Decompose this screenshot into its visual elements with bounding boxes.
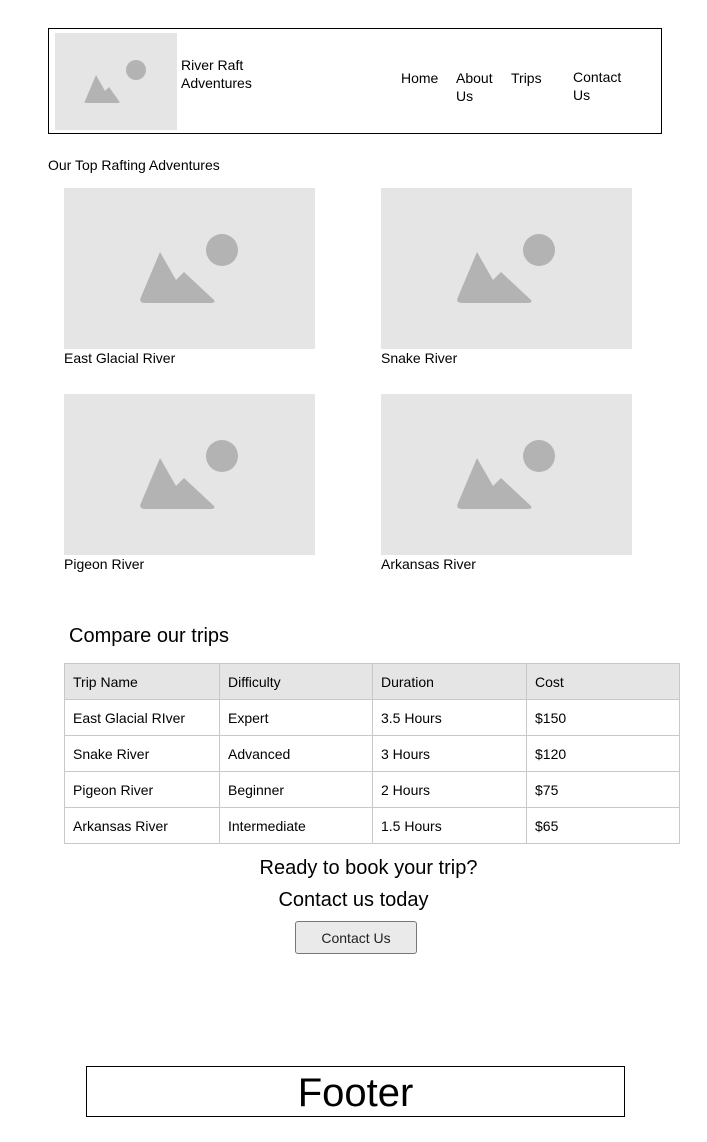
site-header: River Raft Adventures Home About Us Trip… (48, 28, 662, 134)
cta-heading: Ready to book your trip? (259, 857, 478, 879)
table-cell: 2 Hours (372, 771, 527, 808)
nav-about-us[interactable]: About Us (456, 69, 500, 105)
table-header-row: Trip Name Difficulty Duration Cost (64, 663, 680, 700)
table-cell: Arkansas River (64, 807, 220, 844)
card-label[interactable]: Pigeon River (64, 556, 144, 572)
table-cell: $75 (526, 771, 680, 808)
table-cell: 3.5 Hours (372, 699, 527, 736)
table-cell: $65 (526, 807, 680, 844)
table-cell: Snake River (64, 735, 220, 772)
image-placeholder-icon (457, 440, 555, 509)
site-footer: Footer (86, 1066, 625, 1117)
card-image-east-glacial[interactable] (64, 188, 315, 349)
card-image-snake[interactable] (381, 188, 632, 349)
section-title: Our Top Rafting Adventures (48, 157, 220, 173)
table-cell: Beginner (219, 771, 373, 808)
column-header: Difficulty (219, 663, 373, 700)
card-label[interactable]: Arkansas River (381, 556, 476, 572)
column-header: Trip Name (64, 663, 220, 700)
nav-contact-us[interactable]: Contact Us (573, 68, 633, 104)
image-placeholder-icon (84, 60, 146, 103)
table-cell: $150 (526, 699, 680, 736)
brand-name[interactable]: River Raft Adventures (181, 56, 271, 92)
logo-image[interactable] (55, 33, 177, 130)
compare-title: Compare our trips (69, 625, 230, 647)
card-label[interactable]: Snake River (381, 350, 457, 366)
table-cell: Intermediate (219, 807, 373, 844)
card-image-arkansas[interactable] (381, 394, 632, 555)
cta-subheading: Contact us today (278, 889, 429, 911)
trips-table: Trip Name Difficulty Duration Cost East … (64, 663, 680, 844)
contact-us-button[interactable]: Contact Us (295, 921, 417, 954)
table-cell: Advanced (219, 735, 373, 772)
table-cell: $120 (526, 735, 680, 772)
image-placeholder-icon (140, 234, 238, 303)
table-cell: 1.5 Hours (372, 807, 527, 844)
table-row: Snake River Advanced 3 Hours $120 (64, 735, 680, 772)
table-row: Arkansas River Intermediate 1.5 Hours $6… (64, 807, 680, 844)
column-header: Cost (526, 663, 680, 700)
table-cell: Expert (219, 699, 373, 736)
card-image-pigeon[interactable] (64, 394, 315, 555)
image-placeholder-icon (140, 440, 238, 509)
nav-home[interactable]: Home (401, 69, 438, 87)
card-label[interactable]: East Glacial River (64, 350, 175, 366)
table-row: Pigeon River Beginner 2 Hours $75 (64, 771, 680, 808)
image-placeholder-icon (457, 234, 555, 303)
nav-trips[interactable]: Trips (511, 69, 542, 87)
column-header: Duration (372, 663, 527, 700)
table-cell: East Glacial RIver (64, 699, 220, 736)
table-cell: Pigeon River (64, 771, 220, 808)
table-cell: 3 Hours (372, 735, 527, 772)
table-row: East Glacial RIver Expert 3.5 Hours $150 (64, 699, 680, 736)
